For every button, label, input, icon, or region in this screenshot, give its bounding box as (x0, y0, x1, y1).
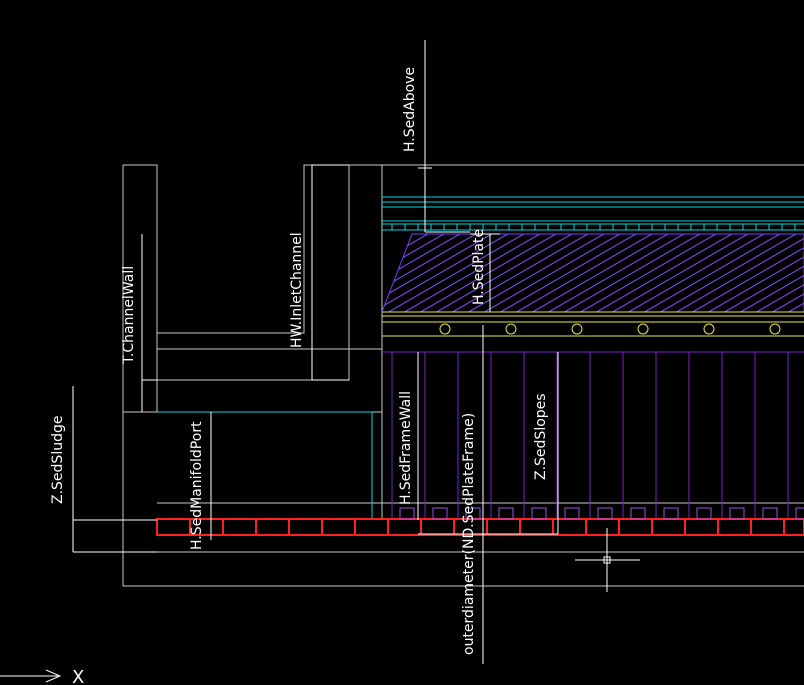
label-z-sed-sludge: Z.SedSludge (50, 416, 66, 504)
label-hw-inlet-channel: HW.InletChannel (289, 232, 305, 348)
support-circle (637, 323, 649, 335)
port-box (795, 507, 804, 520)
port-box (630, 507, 646, 520)
support-pipe-circles (439, 323, 781, 335)
support-circle (703, 323, 715, 335)
sed-plate-settlers (381, 233, 804, 313)
cad-drawing-canvas[interactable]: X H.SedAbove T.ChannelWall HW.InletChann… (0, 0, 804, 685)
support-circle (571, 323, 583, 335)
ucs-x-label: X (72, 667, 84, 685)
crosshair-cursor-icon (575, 528, 640, 592)
port-box (399, 507, 415, 520)
label-t-channel-wall: T.ChannelWall (121, 266, 137, 365)
sludge-manifold (156, 518, 804, 536)
label-h-sed-frame-wall: H.SedFrameWall (398, 391, 414, 505)
support-circle (505, 323, 517, 335)
port-box (597, 507, 613, 520)
port-box (432, 507, 448, 520)
ucs-axis-icon (0, 669, 62, 683)
support-circle (769, 323, 781, 335)
label-h-sed-manifold-port: H.SedManifoldPort (189, 421, 205, 550)
port-box (663, 507, 679, 520)
port-box (498, 507, 514, 520)
label-h-sed-above: H.SedAbove (402, 67, 418, 152)
port-box (531, 507, 547, 520)
port-box (564, 507, 580, 520)
support-circle (439, 323, 451, 335)
inlet-channel-ticks (391, 224, 796, 230)
label-h-sed-plate: H.SedPlate (471, 229, 487, 305)
sed-slope-lines (391, 352, 789, 519)
label-z-sed-slopes: Z.SedSlopes (533, 393, 549, 480)
port-box (729, 507, 745, 520)
port-box (696, 507, 712, 520)
port-box (762, 507, 778, 520)
label-outer-diameter: outerdiameter(ND.SedPlateFrame) (461, 413, 477, 655)
